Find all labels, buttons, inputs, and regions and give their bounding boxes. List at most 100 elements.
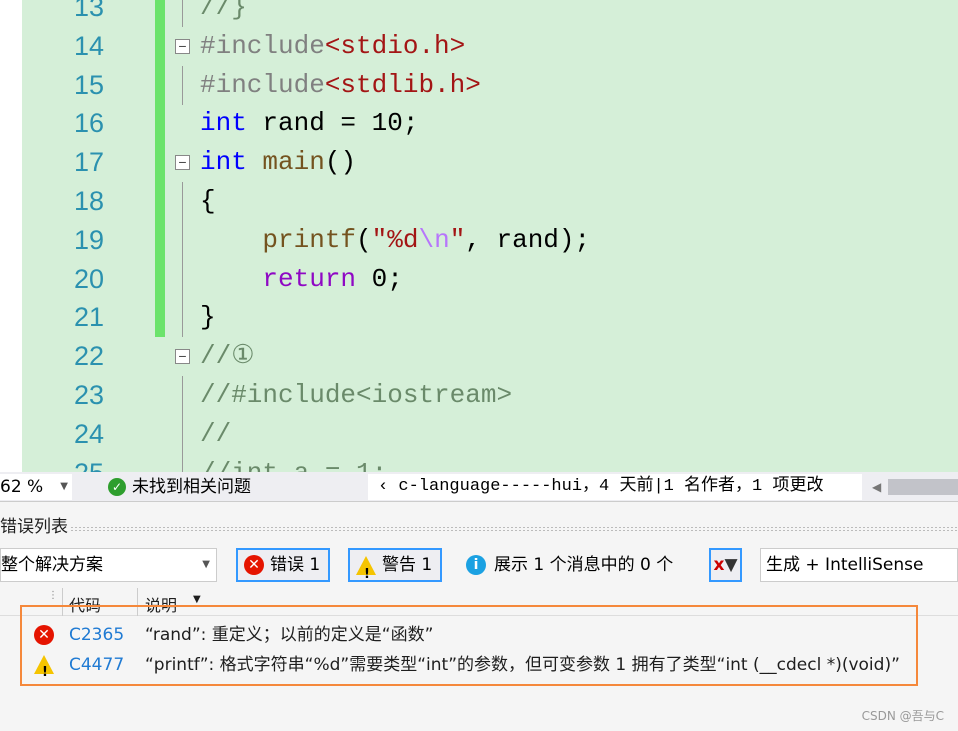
code-token: printf — [262, 224, 357, 255]
column-grip-icon: ⋮ — [48, 590, 58, 601]
code-line[interactable]: 23 //#include<iostream> — [0, 376, 958, 415]
code-line[interactable]: 19 printf("%d\n", rand); — [0, 220, 958, 260]
line-number: 25 — [74, 454, 104, 472]
chevron-down-icon: ▼ — [60, 481, 68, 492]
panel-grip[interactable] — [70, 526, 958, 532]
code-token: } — [200, 302, 216, 333]
code-text: int main() — [200, 143, 356, 182]
code-token: int — [200, 147, 247, 178]
editor-status-bar: 62 % ▼ ✓ 未找到相关问题 ‹ c-language-----hui，4 天前… — [0, 472, 958, 502]
chevron-down-icon: ▼ — [202, 559, 210, 570]
fold-collapse-icon[interactable]: − — [175, 38, 190, 54]
fold-guide — [182, 259, 183, 299]
code-token: //① — [200, 341, 255, 372]
warning-icon: ! — [356, 555, 376, 582]
fold-guide — [182, 414, 183, 454]
change-marker — [155, 220, 165, 260]
code-editor[interactable]: 13//} 14− #include<stdio.h> 15 #include<stdl… — [0, 0, 958, 472]
code-token: #include — [200, 69, 325, 100]
scroll-left-icon: ◀ — [872, 480, 882, 494]
fold-guide — [182, 0, 183, 27]
highlight-box — [20, 605, 918, 686]
code-line[interactable]: 24 // — [0, 414, 958, 454]
line-number: 20 — [73, 263, 104, 294]
code-token: #include — [200, 30, 325, 61]
line-number: 14 — [73, 30, 104, 61]
code-token: int — [200, 108, 247, 139]
code-token: <stdio.h> — [324, 30, 466, 61]
fold-guide — [182, 376, 183, 415]
warnings-filter-button[interactable]: ! 警告 1 — [348, 548, 443, 582]
code-token: return — [262, 263, 357, 294]
change-marker — [155, 259, 165, 299]
code-line[interactable]: 16 int rand = 10; — [0, 104, 958, 144]
code-token: // — [200, 418, 232, 449]
zoom-dropdown[interactable]: 62 % ▼ — [0, 474, 72, 500]
code-token: //} — [200, 0, 247, 22]
code-text: #include<stdlib.h> — [200, 66, 481, 105]
source-dropdown[interactable]: 生成 + IntelliSense — [760, 548, 958, 582]
code-line[interactable]: 21} — [0, 298, 958, 338]
git-blame-info[interactable]: ‹ c-language-----hui，4 天前|1 名作者，1 项更改 — [368, 474, 862, 500]
code-text: #include<stdio.h> — [200, 27, 465, 66]
code-token: ( — [356, 224, 372, 255]
messages-filter-button[interactable]: i 展示 1 个消息中的 0 个 — [466, 548, 673, 582]
code-line[interactable]: 20 return 0; — [0, 259, 958, 299]
code-text: //} — [200, 0, 247, 27]
code-token: main — [262, 147, 325, 178]
fold-collapse-icon[interactable]: − — [175, 155, 190, 171]
fold-guide — [182, 182, 183, 221]
fold-collapse-icon[interactable]: − — [175, 349, 190, 365]
code-text: } — [200, 298, 216, 337]
code-token: "%d — [371, 224, 419, 255]
errors-filter-button[interactable]: ✕ 错误 1 — [236, 548, 331, 582]
scope-dropdown[interactable]: 整个解决方案 ▼ — [0, 548, 217, 582]
horizontal-scrollbar[interactable]: ◀ — [866, 474, 958, 500]
info-icon: i — [466, 555, 486, 575]
fold-guide — [182, 298, 183, 338]
error-icon: ✕ — [244, 555, 264, 575]
sort-down-icon: ▼ — [193, 594, 201, 605]
line-number: 19 — [73, 224, 104, 255]
code-text: printf("%d\n", rand); — [200, 221, 590, 260]
code-token: <stdlib.h> — [324, 69, 481, 100]
change-marker — [155, 65, 165, 105]
code-token: { — [200, 186, 216, 216]
issues-status[interactable]: ✓ 未找到相关问题 — [104, 474, 366, 500]
fold-guide — [182, 65, 183, 105]
line-number: 21 — [73, 302, 104, 333]
code-token: , rand); — [465, 224, 591, 255]
code-line[interactable]: 18 { — [0, 182, 958, 221]
code-line[interactable]: 25 //int a = 1; — [0, 453, 958, 472]
code-text: //① — [200, 337, 255, 376]
change-marker — [155, 104, 165, 144]
code-text: // — [200, 415, 231, 454]
code-text: { — [200, 182, 216, 221]
line-number: 24 — [73, 418, 104, 449]
code-text: return 0; — [200, 260, 403, 299]
code-line[interactable]: 14 − #include<stdio.h> — [0, 26, 958, 66]
line-number: 13 — [73, 0, 104, 22]
line-number: 18 — [73, 186, 104, 216]
code-line[interactable]: 22 −//① — [0, 337, 958, 376]
code-line[interactable]: 17 − int main() — [0, 143, 958, 183]
change-marker — [155, 298, 165, 338]
code-token: rand = 10; — [246, 108, 419, 139]
change-marker — [155, 143, 165, 183]
code-text: int rand = 10; — [200, 104, 418, 143]
code-text: //#include<iostream> — [200, 376, 512, 415]
panel-title: 错误列表 — [0, 517, 68, 537]
clear-filter-button[interactable]: x▼ — [709, 548, 742, 582]
code-token: 0; — [356, 263, 403, 294]
line-number: 23 — [73, 380, 104, 410]
line-number: 15 — [73, 69, 104, 100]
filter-clear-icon: x▼ — [713, 555, 738, 575]
fold-guide — [182, 453, 183, 472]
scroll-thumb[interactable] — [888, 479, 958, 495]
code-line[interactable]: 15 #include<stdlib.h> — [0, 65, 958, 105]
line-number: 22 — [73, 341, 104, 372]
code-line[interactable]: 13 //} — [0, 0, 958, 27]
